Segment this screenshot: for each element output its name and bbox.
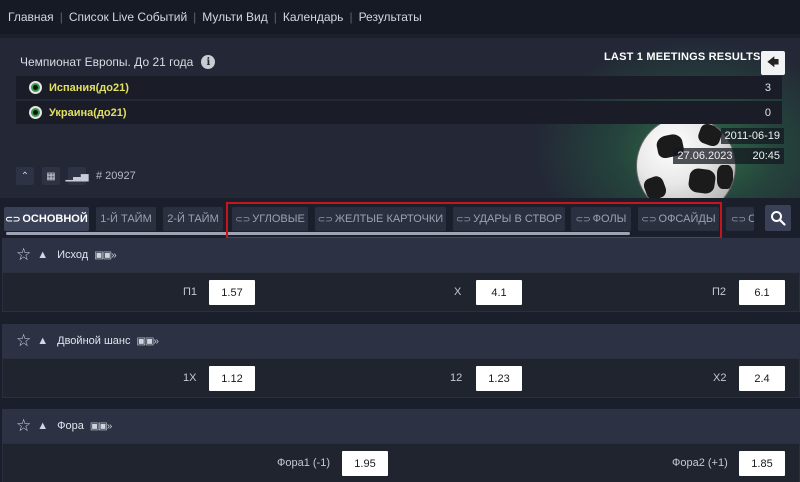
market-header-outcome[interactable]: ☆ ▲ Исход ▣▣»: [2, 238, 800, 272]
tab-yellow-cards[interactable]: ⊂⊃ ЖЕЛТЫЕ КАРТОЧКИ: [315, 207, 446, 231]
back-button[interactable]: 🡄: [761, 51, 785, 75]
tab-second-half[interactable]: 2-Й ТАЙМ: [163, 207, 223, 231]
back-arrow-icon: 🡄: [766, 54, 780, 69]
nav-separator: |: [273, 10, 277, 24]
nav-home-link[interactable]: Главная: [8, 10, 54, 24]
tab-partial[interactable]: ⊂⊃ С: [726, 207, 754, 231]
statistics-icon[interactable]: ▁▃▅: [65, 167, 89, 185]
team-row-home: Испания(до21) 3: [16, 76, 782, 99]
coins-icon: ▣▣»: [136, 335, 158, 347]
team-score-home: 3: [764, 81, 771, 94]
odd-button[interactable]: 4.1: [476, 280, 522, 305]
link-icon: ⊂⊃: [235, 213, 251, 224]
collapse-icon[interactable]: ⌃: [16, 167, 34, 185]
star-icon[interactable]: ☆: [16, 245, 31, 265]
odd-button[interactable]: 2.4: [739, 366, 785, 391]
search-button[interactable]: [765, 205, 791, 231]
market-header-double-chance[interactable]: ☆ ▲ Двойной шанс ▣▣»: [2, 324, 800, 358]
outcome-label: 1X: [183, 372, 197, 384]
last-meeting-date: 2011-06-19: [720, 128, 784, 144]
outcome-label: 12: [450, 372, 463, 384]
nav-separator: |: [349, 10, 353, 24]
league-title-row: Чемпионат Европы. До 21 года i: [20, 55, 216, 69]
team-row-away: Украина(до21) 0: [16, 101, 782, 124]
match-date: 27.06.2023: [677, 150, 733, 162]
match-header: Чемпионат Европы. До 21 года i LAST 1 ME…: [0, 38, 800, 198]
odd-button[interactable]: 1.12: [209, 366, 255, 391]
market-title: Исход: [57, 249, 89, 261]
tabs-scrollbar[interactable]: [6, 232, 630, 235]
team-name-away: Украина(до21): [49, 106, 127, 119]
star-icon[interactable]: ☆: [16, 331, 31, 351]
team-name-home: Испания(до21): [49, 81, 129, 94]
chevron-up-icon[interactable]: ▲: [37, 420, 48, 432]
meetings-title: LAST 1 MEETINGS RESULTS: [604, 51, 761, 63]
odd-button[interactable]: 6.1: [739, 280, 785, 305]
odd-button[interactable]: 1.85: [739, 451, 785, 476]
league-title: Чемпионат Европы. До 21 года: [20, 55, 194, 69]
odd-button[interactable]: 1.57: [209, 280, 255, 305]
link-icon: ⊂⊃: [455, 213, 472, 224]
team-score-away: 0: [764, 106, 771, 119]
star-icon[interactable]: ☆: [16, 416, 31, 436]
nav-separator: |: [59, 10, 63, 24]
tab-fouls[interactable]: ⊂⊃ ФОЛЫ: [571, 207, 631, 231]
team-badge-icon: [29, 81, 42, 94]
tab-first-half[interactable]: 1-Й ТАЙМ: [96, 207, 156, 231]
tab-corners[interactable]: ⊂⊃ УГЛОВЫЕ: [232, 207, 308, 231]
tab-main[interactable]: ⊂⊃ ОСНОВНОЙ: [4, 207, 89, 231]
info-icon[interactable]: i: [201, 55, 216, 69]
search-icon: [771, 211, 786, 226]
top-navigation: Главная | Список Live Событий | Мульти В…: [0, 0, 800, 34]
market-header-handicap[interactable]: ☆ ▲ Фора ▣▣»: [2, 409, 800, 443]
coins-icon: ▣▣»: [89, 420, 112, 432]
chevron-up-icon[interactable]: ▲: [37, 335, 48, 347]
nav-calendar-link[interactable]: Календарь: [283, 10, 344, 24]
tab-offsides[interactable]: ⊂⊃ ОФСАЙДЫ: [638, 207, 719, 231]
outcome-label: П2: [712, 286, 727, 298]
link-icon: ⊂⊃: [317, 213, 333, 224]
outcome-label: Фора1 (-1): [277, 457, 330, 469]
coins-icon: ▣▣»: [94, 249, 116, 261]
market-title: Двойной шанс: [57, 335, 131, 347]
link-icon: ⊂⊃: [5, 213, 21, 224]
market-body-handicap: Фора1 (-1) 1.95 Фора2 (+1) 1.85: [2, 443, 800, 482]
market-title: Фора: [57, 420, 84, 432]
chevron-up-icon[interactable]: ▲: [37, 249, 48, 261]
team-badge-icon: [29, 106, 42, 119]
outcome-label: Фора2 (+1): [672, 457, 728, 469]
outcome-label: X2: [713, 372, 727, 384]
market-body-double-chance: 1X 1.12 12 1.23 X2 2.4: [2, 358, 800, 398]
nav-separator: |: [193, 10, 197, 24]
nav-multiview-link[interactable]: Мульти Вид: [202, 10, 267, 24]
outcome-label: П1: [183, 286, 198, 298]
outcome-label: X: [454, 286, 462, 298]
match-id: # 20927: [96, 170, 136, 182]
market-body-outcome: П1 1.57 X 4.1 П2 6.1: [2, 272, 800, 312]
tab-shots-on-target[interactable]: ⊂⊃ УДАРЫ В СТВОР: [453, 207, 565, 231]
nav-results-link[interactable]: Результаты: [359, 10, 422, 24]
match-datetime: 27.06.2023 20:45: [673, 148, 784, 164]
match-time: 20:45: [752, 150, 780, 162]
nav-live-events-link[interactable]: Список Live Событий: [69, 10, 187, 24]
link-icon: ⊂⊃: [575, 213, 591, 224]
odd-button[interactable]: 1.23: [476, 366, 522, 391]
link-icon: ⊂⊃: [731, 213, 747, 224]
match-tools: ⌃ ▦ ▁▃▅ # 20927: [16, 167, 136, 185]
odd-button[interactable]: 1.95: [342, 451, 388, 476]
table-view-icon[interactable]: ▦: [42, 167, 60, 185]
link-icon: ⊂⊃: [641, 213, 657, 224]
